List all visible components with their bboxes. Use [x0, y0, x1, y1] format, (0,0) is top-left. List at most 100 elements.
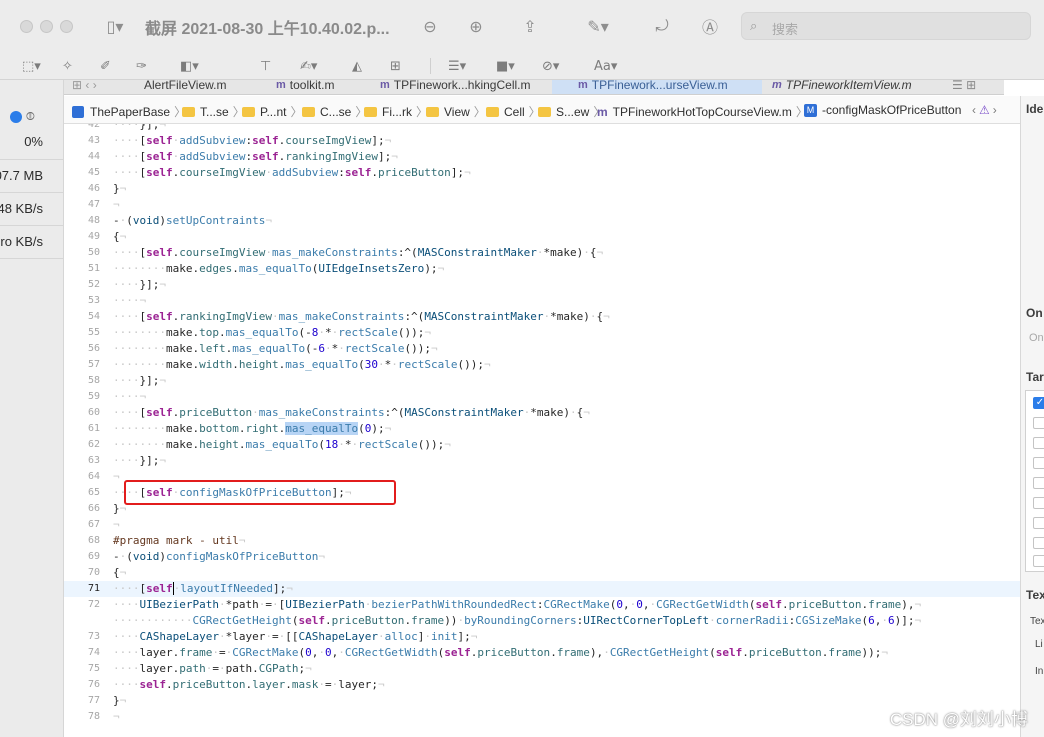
- text-tool-icon[interactable]: ⊤: [260, 57, 271, 75]
- sidebar-toggle-icon[interactable]: ▯▾: [98, 14, 132, 38]
- network-gauge[interactable]: ro KB/s: [0, 226, 63, 259]
- code-line[interactable]: 46}¬: [64, 181, 1020, 197]
- code-line[interactable]: 50 ····[self.courseImgView·mas_makeConstr…: [64, 245, 1020, 261]
- code-text: ····[self·layoutIfNeeded];¬: [113, 582, 293, 595]
- editor-options-icon[interactable]: ☰ ⊞: [952, 80, 976, 94]
- tab-rankingcell[interactable]: m TPFinework...hkingCell.m: [380, 80, 531, 94]
- code-line[interactable]: 74 ····layer.frame·=·CGRectMake(0,·0,·CGR…: [64, 645, 1020, 661]
- tab-toolkit[interactable]: m toolkit.m: [276, 80, 334, 94]
- adjust-size-icon[interactable]: ⊞: [390, 57, 401, 75]
- code-line[interactable]: 68 #pragma mark - util¬: [64, 533, 1020, 549]
- target-checkbox[interactable]: [1033, 437, 1044, 449]
- code-line[interactable]: 47 ¬: [64, 197, 1020, 213]
- code-line[interactable]: 57 ········make.width.height.mas_equalTo(…: [64, 357, 1020, 373]
- code-line[interactable]: 65 ····[self·configMaskOfPriceButton];¬: [64, 485, 1020, 501]
- crumb-project[interactable]: ThePaperBase 〉: [72, 103, 186, 120]
- code-text: ····¬: [113, 390, 147, 403]
- code-line[interactable]: 42 ····}];¬: [64, 124, 1020, 133]
- code-line[interactable]: 54 ····[self.rankingImgView·mas_makeConst…: [64, 309, 1020, 325]
- code-line[interactable]: 69 -·(void)configMaskOfPriceButton¬: [64, 549, 1020, 565]
- markup-pen-icon[interactable]: ✎▾: [580, 14, 616, 38]
- code-line[interactable]: 73 ····CAShapeLayer·*layer·=·[[CAShapeLay…: [64, 629, 1020, 645]
- search-placeholder: 搜索: [772, 22, 799, 37]
- code-line[interactable]: 60 ····[self.priceButton·mas_makeConstrai…: [64, 405, 1020, 421]
- zoom-window-button[interactable]: [60, 20, 73, 33]
- code-line[interactable]: 77}¬: [64, 693, 1020, 709]
- code-line[interactable]: 43 ····[self·addSubview:self.courseImgVie…: [64, 133, 1020, 149]
- tab-courseview[interactable]: m TPFinework...urseView.m: [552, 80, 762, 94]
- sketch-icon[interactable]: ✐: [100, 57, 111, 75]
- code-line[interactable]: 78 ¬: [64, 709, 1020, 725]
- tab-itemview[interactable]: m TPFineworkItemView.m: [772, 80, 912, 94]
- selection-tool-icon[interactable]: ⬚▾: [22, 57, 41, 75]
- code-line[interactable]: 70 {¬: [64, 565, 1020, 581]
- code-line[interactable]: 58 ····}];¬: [64, 373, 1020, 389]
- tab-alertfileview[interactable]: AlertFileView.m: [144, 80, 226, 94]
- close-window-button[interactable]: [20, 20, 33, 33]
- code-line[interactable]: 76 ····self.priceButton.layer.mask·=·laye…: [64, 677, 1020, 693]
- cpu-gauge[interactable]: ⦷ 0%: [0, 80, 63, 160]
- code-line[interactable]: 61 ········make.bottom.right.mas_equalTo(…: [64, 421, 1020, 437]
- code-line[interactable]: 67 ¬: [64, 517, 1020, 533]
- crumb-group-7[interactable]: S...ew 〉: [538, 103, 605, 120]
- code-line[interactable]: 53 ····¬: [64, 293, 1020, 309]
- code-line[interactable]: 52 ····}];¬: [64, 277, 1020, 293]
- memory-gauge[interactable]: 07.7 MB: [0, 160, 63, 193]
- target-checkbox[interactable]: [1033, 517, 1044, 529]
- target-checkbox[interactable]: [1033, 417, 1044, 429]
- code-editor[interactable]: 42 ····}];¬ 43 ····[self·addSubview:self.co…: [64, 124, 1020, 737]
- code-line[interactable]: 71 ····[self·layoutIfNeeded];¬: [64, 581, 1020, 597]
- target-checkbox[interactable]: [1033, 497, 1044, 509]
- shapes-icon[interactable]: ◧▾: [180, 57, 199, 75]
- issue-navigation[interactable]: ‹ ⚠ ›: [972, 103, 997, 117]
- target-checkbox[interactable]: [1033, 537, 1044, 549]
- disk-gauge[interactable]: 48 KB/s: [0, 193, 63, 226]
- crumb-method[interactable]: M -configMaskOfPriceButton: [804, 103, 961, 117]
- text-style-button[interactable]: Aa ▾: [594, 57, 617, 75]
- target-checkbox[interactable]: [1033, 555, 1044, 567]
- draw-icon[interactable]: ✑: [136, 57, 147, 75]
- instant-alpha-icon[interactable]: ✧: [62, 57, 73, 75]
- code-line[interactable]: 72 ····UIBezierPath·*path·=·[UIBezierPath…: [64, 597, 1020, 613]
- target-checkbox[interactable]: [1033, 477, 1044, 489]
- minimize-window-button[interactable]: [40, 20, 53, 33]
- code-line[interactable]: 48 -·(void)setUpContraints¬: [64, 213, 1020, 229]
- fill-color-icon[interactable]: ⊘▾: [542, 57, 559, 75]
- code-line[interactable]: 63 ····}];¬: [64, 453, 1020, 469]
- code-line[interactable]: 44 ····[self·addSubview:self.rankingImgVi…: [64, 149, 1020, 165]
- target-checkbox[interactable]: [1033, 457, 1044, 469]
- code-line[interactable]: 55 ········make.top.mas_equalTo(-8·*·rect…: [64, 325, 1020, 341]
- line-number: 64: [87, 471, 100, 482]
- share-icon[interactable]: ⇪: [518, 14, 542, 38]
- code-line[interactable]: 75 ····layer.path·=·path.CGPath;¬: [64, 661, 1020, 677]
- zoom-out-icon[interactable]: ⊖: [418, 14, 442, 38]
- code-line[interactable]: 62 ········make.height.mas_equalTo(18·*·r…: [64, 437, 1020, 453]
- code-line[interactable]: 64 ¬: [64, 469, 1020, 485]
- crumb-group-5[interactable]: View 〉: [426, 103, 486, 120]
- code-line[interactable]: ············CGRectGetHeight(self.priceBu…: [64, 613, 1020, 629]
- crumb-group-1[interactable]: T...se 〉: [182, 103, 245, 120]
- code-line[interactable]: 59 ····¬: [64, 389, 1020, 405]
- crumb-group-3[interactable]: C...se 〉: [302, 103, 367, 120]
- line-style-icon[interactable]: ☰▾: [448, 57, 466, 75]
- on-demand-tags-field[interactable]: On: [1029, 332, 1044, 344]
- crumb-group-4[interactable]: Fi...rk 〉: [364, 103, 428, 120]
- target-checkbox[interactable]: ✓: [1033, 397, 1044, 409]
- zoom-in-icon[interactable]: ⊕: [464, 14, 488, 38]
- search-input[interactable]: ⌕ 搜索: [741, 12, 1031, 40]
- text-settings-label: Tex: [1026, 588, 1044, 602]
- sign-icon[interactable]: ✍▾: [300, 57, 317, 75]
- code-line[interactable]: 66}¬: [64, 501, 1020, 517]
- code-line[interactable]: 45 ····[self.courseImgView·addSubview:sel…: [64, 165, 1020, 181]
- markup-toolbar-icon[interactable]: Ⓐ: [698, 14, 722, 38]
- grid-icon[interactable]: ⊞ ‹ ›: [72, 80, 97, 94]
- crumb-group-6[interactable]: Cell 〉: [486, 103, 541, 120]
- rotate-icon[interactable]: ⤾: [650, 14, 674, 38]
- code-line[interactable]: 49 {¬: [64, 229, 1020, 245]
- crumb-file[interactable]: m TPFineworkHotTopCourseView.m 〉: [597, 103, 808, 120]
- border-color-icon[interactable]: ■▾: [496, 57, 515, 75]
- code-line[interactable]: 56 ········make.left.mas_equalTo(-6·*·rec…: [64, 341, 1020, 357]
- code-line[interactable]: 51 ········make.edges.mas_equalTo(UIEdgeI…: [64, 261, 1020, 277]
- crumb-group-2[interactable]: P...nt 〉: [242, 103, 302, 120]
- adjust-color-icon[interactable]: ◭: [352, 57, 362, 75]
